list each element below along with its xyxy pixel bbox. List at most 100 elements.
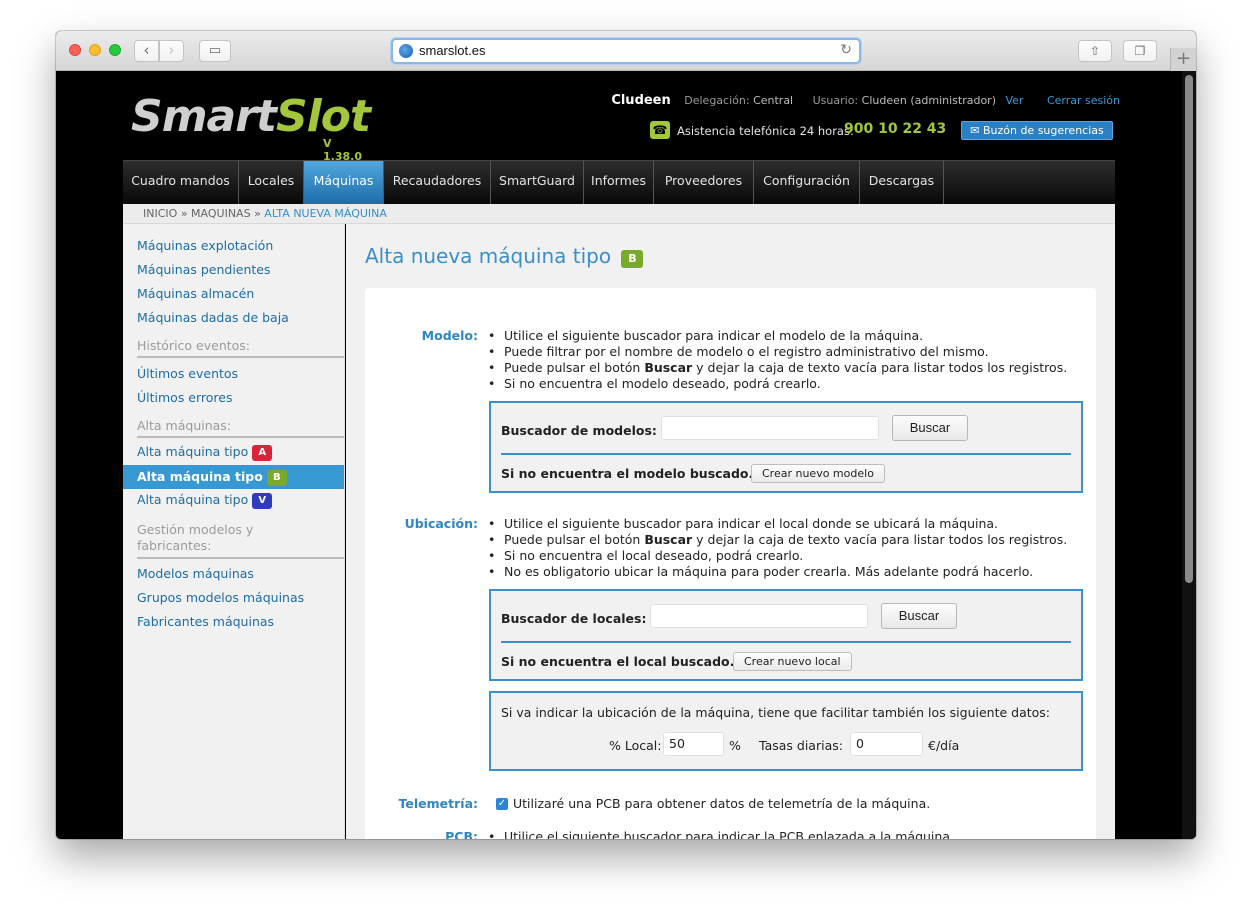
- modelo-search-button[interactable]: Buscar: [892, 415, 968, 441]
- menu-item-informes[interactable]: Informes: [584, 161, 654, 205]
- modelo-search-label: Buscador de modelos:: [501, 423, 657, 438]
- menu-item-locales[interactable]: Locales: [239, 161, 304, 205]
- menu-item-proveedores[interactable]: Proveedores: [654, 161, 754, 205]
- create-local-button[interactable]: Crear nuevo local: [733, 652, 852, 671]
- main-content: Alta nueva máquina tipo B Modelo: Utilic…: [346, 224, 1115, 839]
- sidebar-item-alta-tipo-a[interactable]: Alta máquina tipo A: [137, 444, 273, 461]
- list-item: Si no encuentra el modelo deseado, podrá…: [488, 376, 1067, 392]
- menu-item-maquinas[interactable]: Máquinas: [304, 161, 384, 205]
- create-model-button[interactable]: Crear nuevo modelo: [751, 464, 885, 483]
- sidebar-item-label: Alta máquina tipo B: [137, 469, 287, 486]
- daily-fee-input[interactable]: 0: [850, 732, 923, 756]
- menu-item-recaudadores[interactable]: Recaudadores: [384, 161, 491, 205]
- menu-item-cuadro-mandos[interactable]: Cuadro mandos: [123, 161, 239, 205]
- menu-item-configuracion[interactable]: Configuración: [754, 161, 860, 205]
- browser-toolbar: ‹ › ▭ smarslot.es ↻ ⇧ ❐ +: [56, 31, 1196, 71]
- menu-item-descargas[interactable]: Descargas: [860, 161, 944, 205]
- close-window-button[interactable]: [69, 44, 81, 56]
- pcb-instructions: Utilice el siguiente buscador para indic…: [488, 829, 954, 839]
- list-item-text: Puede pulsar el botón: [504, 360, 645, 375]
- telemetry-checkbox-label[interactable]: Utilizaré una PCB para obtener datos de …: [513, 796, 930, 811]
- breadcrumb-section[interactable]: MAQUINAS: [191, 207, 251, 220]
- local-percent-input[interactable]: 50: [663, 732, 724, 756]
- daily-fee-label: Tasas diarias:: [759, 738, 843, 753]
- menu-item-smartguard[interactable]: SmartGuard: [491, 161, 584, 205]
- list-item-text: Puede pulsar el botón: [504, 532, 645, 547]
- mail-icon: ✉: [970, 124, 983, 137]
- sidebar-item-label-text: Alta máquina tipo: [137, 469, 263, 484]
- user-info-bar: Cludeen Delegación: Central Usuario: Clu…: [611, 93, 1120, 108]
- local-search-input[interactable]: [650, 604, 868, 628]
- sidebar-heading-modelos: Gestión modelos y fabricantes:: [137, 522, 344, 559]
- sidebar-item-ultimos-eventos[interactable]: Últimos eventos: [137, 366, 238, 381]
- sidebar-item-label: Alta máquina tipo: [137, 444, 249, 459]
- scrollbar[interactable]: [1182, 71, 1196, 839]
- minimize-window-button[interactable]: [89, 44, 101, 56]
- local-percent-label: % Local:: [609, 738, 662, 753]
- modelo-search-box: Buscador de modelos: Buscar Si no encuen…: [489, 401, 1083, 493]
- view-user-link[interactable]: Ver: [1005, 94, 1023, 107]
- sidebar-icon[interactable]: ▭: [199, 40, 231, 62]
- list-item: Puede pulsar el botón Buscar y dejar la …: [488, 360, 1067, 376]
- daily-fee-unit: €/día: [928, 738, 960, 753]
- list-item-bold: Buscar: [644, 360, 693, 375]
- telemetria-label: Telemetría:: [398, 796, 478, 811]
- sidebar-item-ultimos-errores[interactable]: Últimos errores: [137, 390, 233, 405]
- delegation-label: Delegación:: [684, 94, 750, 107]
- sidebar-item-alta-tipo-v[interactable]: Alta máquina tipo V: [137, 492, 273, 509]
- reload-icon[interactable]: ↻: [840, 42, 852, 58]
- list-item-text: y dejar la caja de texto vacía para list…: [692, 360, 1068, 375]
- sidebar-item-maquinas-almacen[interactable]: Máquinas almacén: [137, 286, 254, 301]
- local-search-label: Buscador de locales:: [501, 611, 647, 626]
- zoom-window-button[interactable]: [109, 44, 121, 56]
- list-item: Puede filtrar por el nombre de modelo o …: [488, 344, 1067, 360]
- sidebar-item-maquinas-explotacion[interactable]: Máquinas explotación: [137, 238, 273, 253]
- type-a-badge: A: [252, 445, 273, 461]
- local-search-button[interactable]: Buscar: [881, 603, 957, 629]
- logout-link[interactable]: Cerrar sesión: [1047, 94, 1120, 107]
- sidebar-item-maquinas-baja[interactable]: Máquinas dadas de baja: [137, 310, 289, 325]
- share-icon[interactable]: ⇧: [1078, 40, 1112, 62]
- sidebar-item-label: Alta máquina tipo: [137, 492, 249, 507]
- tabs-icon[interactable]: ❐: [1123, 40, 1157, 62]
- location-data-box: Si va indicar la ubicación de la máquina…: [489, 691, 1083, 771]
- phone-support-label: Asistencia telefónica 24 horas:: [677, 124, 854, 138]
- smartslot-logo[interactable]: SmartSlot V 1.38.0: [131, 91, 371, 163]
- url-bar[interactable]: smarslot.es ↻: [391, 38, 861, 64]
- sidebar-item-grupos-modelos[interactable]: Grupos modelos máquinas: [137, 590, 304, 605]
- list-item: Puede pulsar el botón Buscar y dejar la …: [488, 532, 1067, 548]
- type-v-badge: V: [252, 493, 273, 509]
- user-label: Usuario:: [812, 94, 859, 107]
- suggestions-label: Buzón de sugerencias: [982, 124, 1104, 137]
- telemetry-checkbox[interactable]: ✓: [496, 798, 508, 810]
- list-item: Utilice el siguiente buscador para indic…: [488, 516, 1067, 532]
- sidebar-item-alta-tipo-b[interactable]: Alta máquina tipo B: [123, 465, 344, 489]
- url-text[interactable]: smarslot.es: [419, 43, 485, 58]
- user-value: Cludeen (administrador): [861, 94, 996, 107]
- sidebar-item-fabricantes[interactable]: Fabricantes máquinas: [137, 614, 274, 629]
- list-item-text: y dejar la caja de texto vacía para list…: [692, 532, 1068, 547]
- sidebar-heading-modelos-line2: fabricantes:: [137, 538, 212, 553]
- chevron-right-icon[interactable]: ›: [159, 40, 184, 62]
- sidebar-heading-modelos-line1: Gestión modelos y: [137, 522, 254, 537]
- list-item: Utilice el siguiente buscador para indic…: [488, 328, 1067, 344]
- modelo-search-input[interactable]: [661, 416, 879, 440]
- suggestions-button[interactable]: ✉ Buzón de sugerencias: [961, 121, 1113, 140]
- sidebar-item-maquinas-pendientes[interactable]: Máquinas pendientes: [137, 262, 271, 277]
- breadcrumb-home[interactable]: INICIO: [143, 207, 177, 220]
- delegation-value: Central: [753, 94, 794, 107]
- list-item: No es obligatorio ubicar la máquina para…: [488, 564, 1067, 580]
- type-b-badge: B: [266, 470, 287, 486]
- chevron-left-icon[interactable]: ‹: [134, 40, 159, 62]
- breadcrumb-separator: »: [180, 207, 188, 220]
- plus-icon[interactable]: +: [1170, 48, 1196, 71]
- scrollbar-thumb[interactable]: [1185, 75, 1193, 583]
- breadcrumb: INICIO » MAQUINAS » ALTA NUEVA MÁQUINA: [123, 204, 1115, 224]
- divider: [501, 641, 1071, 643]
- sidebar: Máquinas explotación Máquinas pendientes…: [123, 224, 345, 839]
- sidebar-item-modelos-maquinas[interactable]: Modelos máquinas: [137, 566, 254, 581]
- modelo-instructions: Utilice el siguiente buscador para indic…: [488, 328, 1067, 392]
- ubicacion-label: Ubicación:: [404, 516, 478, 531]
- pcb-label: PCB:: [445, 829, 478, 839]
- local-search-box: Buscador de locales: Buscar Si no encuen…: [489, 589, 1083, 681]
